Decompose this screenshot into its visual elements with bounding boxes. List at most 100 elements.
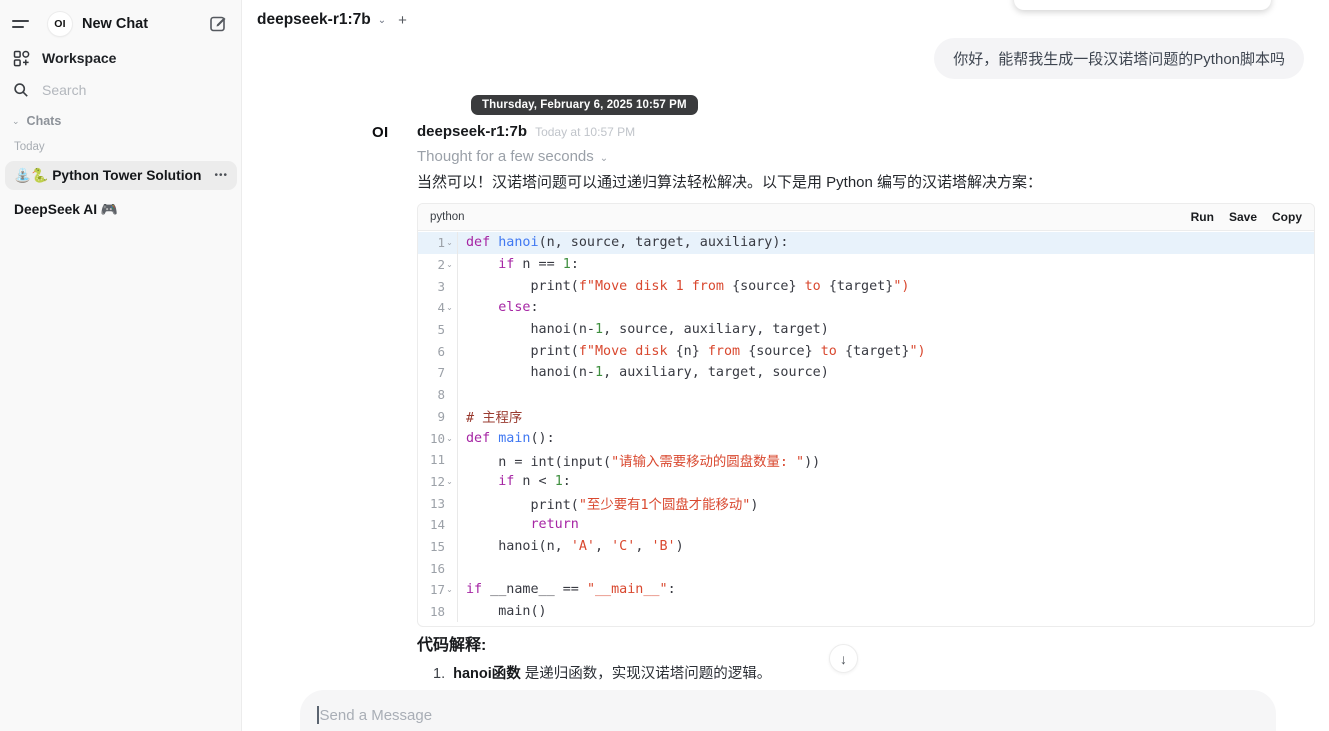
line-gutter: 17⌄ xyxy=(418,579,458,601)
new-chat-row[interactable]: OI New Chat xyxy=(0,10,242,38)
workspace-label: Workspace xyxy=(42,50,116,66)
sidebar: OI New Chat Workspace xyxy=(0,0,242,731)
chats-section-header[interactable]: ⌄ Chats xyxy=(0,113,242,129)
sidebar-toggle-icon[interactable] xyxy=(12,14,32,34)
line-gutter: 10⌄ xyxy=(418,427,458,449)
app-window: OI New Chat Workspace xyxy=(0,0,1329,731)
code-text: if n < 1: xyxy=(458,474,571,489)
code-line: 1⌄def hanoi(n, source, target, auxiliary… xyxy=(418,232,1314,254)
thought-toggle[interactable]: Thought for a few seconds ⌄ xyxy=(417,148,608,165)
save-button[interactable]: Save xyxy=(1229,210,1257,224)
line-gutter: 8 xyxy=(418,384,458,406)
line-number: 17 xyxy=(430,582,445,597)
sidebar-search[interactable]: Search xyxy=(0,79,242,101)
code-text: # 主程序 xyxy=(458,406,522,426)
code-language-label: python xyxy=(430,211,465,223)
code-text: print("至少要有1个圆盘才能移动") xyxy=(458,493,758,513)
chat-title: ⛲🐍 Python Tower Solution xyxy=(14,168,201,184)
assistant-name: deepseek-r1:7b xyxy=(417,123,527,140)
floating-panel-cutoff xyxy=(1014,0,1271,10)
code-line: 8 xyxy=(418,384,1314,406)
run-button[interactable]: Run xyxy=(1191,210,1214,224)
code-text: hanoi(n-1, source, auxiliary, target) xyxy=(458,322,829,337)
line-number: 12 xyxy=(430,474,445,489)
line-number: 16 xyxy=(430,561,445,576)
fold-chevron-icon[interactable]: ⌄ xyxy=(445,477,454,486)
line-gutter: 13 xyxy=(418,492,458,514)
today-label: Today xyxy=(14,141,45,153)
chevron-down-icon: ⌄ xyxy=(600,153,608,164)
workspace-grid-icon xyxy=(13,50,30,67)
logo-text: OI xyxy=(54,18,66,30)
fold-chevron-icon[interactable]: ⌄ xyxy=(445,260,454,269)
sidebar-chat-item-deepseek-ai[interactable]: DeepSeek AI 🎮 xyxy=(5,195,237,224)
search-icon xyxy=(13,82,29,98)
fold-chevron-icon[interactable]: ⌄ xyxy=(445,238,454,247)
arrow-down-icon: ↓ xyxy=(840,651,847,667)
timestamp-tooltip: Thursday, February 6, 2025 10:57 PM xyxy=(471,95,698,115)
new-chat-edit-icon[interactable] xyxy=(208,13,229,34)
copy-button[interactable]: Copy xyxy=(1272,210,1302,224)
line-number: 10 xyxy=(430,431,445,446)
line-number: 6 xyxy=(437,344,445,359)
chat-main: deepseek-r1:7b ⌄ + 你好，能帮我生成一段汉诺塔问题的Pytho… xyxy=(242,0,1329,731)
add-model-button[interactable]: + xyxy=(398,12,407,29)
code-line: 7 hanoi(n-1, auxiliary, target, source) xyxy=(418,362,1314,384)
line-gutter: 5 xyxy=(418,319,458,341)
chat-title: DeepSeek AI 🎮 xyxy=(14,202,118,218)
scroll-to-bottom-button[interactable]: ↓ xyxy=(829,644,858,673)
code-line: 9# 主程序 xyxy=(418,406,1314,428)
line-gutter: 12⌄ xyxy=(418,471,458,493)
code-text: if __name__ == "__main__": xyxy=(458,582,676,597)
assistant-intro-text: 当然可以！汉诺塔问题可以通过递归算法轻松解决。以下是用 Python 编写的汉诺… xyxy=(417,171,1042,192)
line-gutter: 7 xyxy=(418,362,458,384)
fold-chevron-icon[interactable]: ⌄ xyxy=(445,303,454,312)
sidebar-chat-item-python-tower[interactable]: ⛲🐍 Python Tower Solution ••• xyxy=(5,161,237,190)
line-number: 5 xyxy=(437,322,445,337)
list-number: 1. xyxy=(433,666,445,682)
line-number: 11 xyxy=(430,452,445,467)
assistant-message-header: deepseek-r1:7b Today at 10:57 PM xyxy=(417,123,635,140)
code-line: 6 print(f"Move disk {n} from {source} to… xyxy=(418,340,1314,362)
line-number: 13 xyxy=(430,496,445,511)
fold-chevron-icon[interactable]: ⌄ xyxy=(445,585,454,594)
line-gutter: 9 xyxy=(418,406,458,428)
text-cursor xyxy=(317,706,319,724)
code-line: 14 return xyxy=(418,514,1314,536)
message-input[interactable]: Send a Message xyxy=(300,690,1276,731)
code-explanation-item: 1.hanoi函数 是递归函数，实现汉诺塔问题的逻辑。 xyxy=(433,662,771,683)
line-gutter: 16 xyxy=(418,557,458,579)
line-gutter: 4⌄ xyxy=(418,297,458,319)
code-line: 5 hanoi(n-1, source, auxiliary, target) xyxy=(418,319,1314,341)
code-line: 13 print("至少要有1个圆盘才能移动") xyxy=(418,492,1314,514)
line-number: 1 xyxy=(437,235,445,250)
search-placeholder: Search xyxy=(42,82,86,98)
line-gutter: 3 xyxy=(418,275,458,297)
code-explanation-heading: 代码解释: xyxy=(417,631,486,655)
code-line: 3 print(f"Move disk 1 from {source} to {… xyxy=(418,275,1314,297)
code-text: def main(): xyxy=(458,431,555,446)
list-item-text: 是递归函数，实现汉诺塔问题的逻辑。 xyxy=(521,666,772,682)
model-name[interactable]: deepseek-r1:7b xyxy=(257,11,371,29)
sidebar-item-workspace[interactable]: Workspace xyxy=(0,46,242,70)
chat-options-icon[interactable]: ••• xyxy=(214,170,228,181)
code-text: main() xyxy=(458,604,547,619)
code-text: n = int(input("请输入需要移动的圆盘数量: ")) xyxy=(458,450,820,470)
code-line: 4⌄ else: xyxy=(418,297,1314,319)
chevron-down-icon[interactable]: ⌄ xyxy=(378,15,386,26)
line-number: 7 xyxy=(437,365,445,380)
line-number: 15 xyxy=(430,539,445,554)
line-number: 8 xyxy=(437,387,445,402)
code-block: python Run Save Copy 1⌄def hanoi(n, sour… xyxy=(417,203,1315,627)
code-line: 12⌄ if n < 1: xyxy=(418,471,1314,493)
code-actions: Run Save Copy xyxy=(1191,210,1302,224)
line-gutter: 6 xyxy=(418,340,458,362)
message-input-placeholder: Send a Message xyxy=(320,707,433,724)
thought-label: Thought for a few seconds xyxy=(417,148,594,165)
code-text: hanoi(n, 'A', 'C', 'B') xyxy=(458,539,684,554)
model-selector[interactable]: deepseek-r1:7b ⌄ + xyxy=(257,11,407,29)
code-line: 17⌄if __name__ == "__main__": xyxy=(418,579,1314,601)
fold-chevron-icon[interactable]: ⌄ xyxy=(445,434,454,443)
line-gutter: 14 xyxy=(418,514,458,536)
new-chat-label[interactable]: New Chat xyxy=(82,16,148,32)
